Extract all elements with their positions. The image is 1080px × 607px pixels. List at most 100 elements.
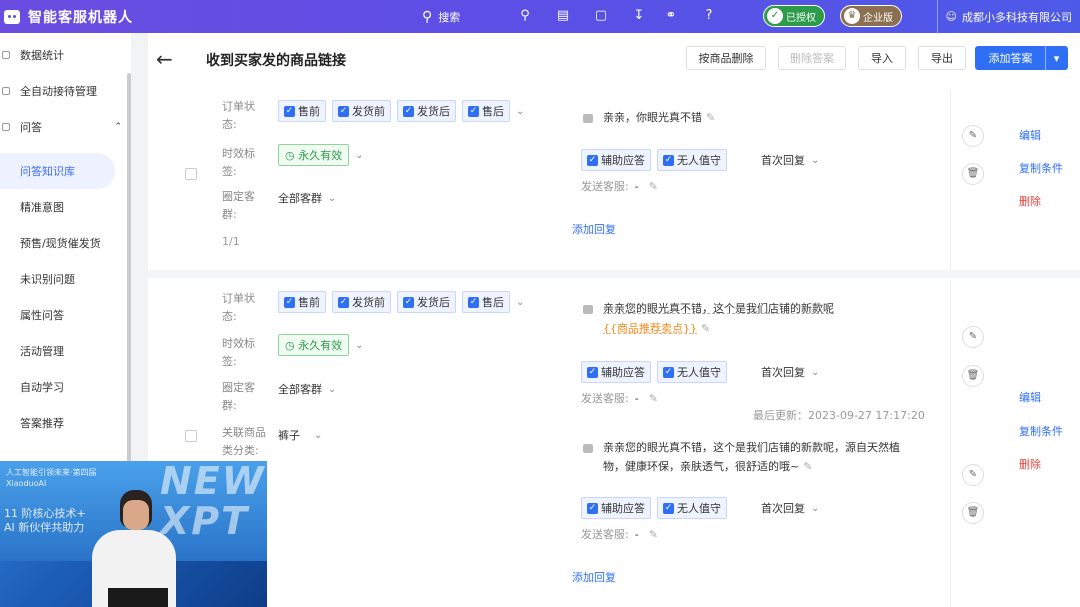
robot-logo-icon (4, 9, 20, 24)
pencil-icon[interactable]: ✎ (649, 180, 658, 193)
row-checkbox[interactable] (185, 430, 197, 442)
reply-text[interactable]: 亲亲您的眼光真不错，这个是我们店铺的新款呢，源自天然植 (603, 441, 900, 454)
assist-checkbox[interactable]: ✓ 辅助应答 (581, 361, 651, 383)
customer-group-select[interactable]: 全部客群 ⌄ (278, 190, 336, 206)
copy-condition-link[interactable]: 复制条件 (1019, 423, 1063, 439)
edit-pencil-icon[interactable]: ✎ (962, 125, 984, 147)
unattended-checkbox[interactable]: ✓ 无人值守 (657, 497, 727, 519)
enterprise-badge[interactable]: ♛ 企业版 (840, 5, 902, 27)
assist-checkbox[interactable]: ✓ 辅助应答 (581, 149, 651, 171)
enterprise-label: 企业版 (863, 12, 893, 24)
headset-icon[interactable]: ⚭ (664, 9, 678, 23)
trash-icon[interactable]: 🗑 (962, 163, 984, 185)
row-checkbox[interactable] (185, 168, 197, 180)
delete-answer-button[interactable]: 删除答案 (778, 46, 846, 70)
customer-group-value: 全部客群 (278, 383, 322, 396)
sidebar-item-answer-recommend[interactable]: 答案推荐 (0, 405, 130, 441)
reply-3: 亲亲您的眼光真不错，这个是我们店铺的新款呢，源自天然植 物，健康环保，亲肤透气，… (583, 438, 913, 476)
edit-link[interactable]: 编辑 (1019, 127, 1041, 143)
document-icon[interactable]: ▤ (556, 9, 570, 23)
export-button[interactable]: 导出 (918, 46, 966, 70)
add-reply-link[interactable]: 添加回复 (572, 221, 616, 237)
status-aftersale-checkbox[interactable]: ✓ 售后 (462, 100, 510, 122)
status-after-ship-checkbox[interactable]: ✓ 发货后 (397, 100, 456, 122)
status-aftersale-checkbox[interactable]: ✓ 售后 (462, 291, 510, 313)
chart-icon (2, 51, 10, 59)
sidebar-item-unrecognized[interactable]: 未识别问题 (0, 261, 130, 297)
chevron-down-icon[interactable]: ⌄ (811, 503, 819, 514)
status-before-ship-checkbox[interactable]: ✓ 发货前 (332, 291, 391, 313)
trash-icon[interactable]: 🗑 (962, 365, 984, 387)
status-after-ship-checkbox[interactable]: ✓ 发货后 (397, 291, 456, 313)
edit-link[interactable]: 编辑 (1019, 389, 1041, 405)
download-icon[interactable]: ↧ (632, 9, 646, 23)
chevron-down-icon[interactable]: ⌄ (811, 367, 819, 378)
time-tag-select[interactable]: ◷ 永久有效 ⌄ (278, 144, 364, 166)
reply-3-agent: 发送客服: - ✎ (581, 527, 658, 542)
time-tag-label: 时效标签: (222, 147, 255, 178)
back-arrow-icon[interactable]: ← (156, 47, 173, 71)
first-reply-select[interactable]: 首次回复 (761, 500, 805, 516)
import-button[interactable]: 导入 (858, 46, 906, 70)
sidebar-item-attribute-qa[interactable]: 属性问答 (0, 297, 130, 333)
reply-text-line2[interactable]: 物，健康环保，亲肤透气，很舒适的哦~ (603, 460, 799, 473)
time-tag-select[interactable]: ◷ 永久有效 ⌄ (278, 334, 364, 356)
pencil-icon[interactable]: ✎ (649, 392, 658, 405)
customer-group-select[interactable]: 全部客群 ⌄ (278, 381, 336, 397)
message-icon (583, 304, 593, 314)
pencil-icon[interactable]: ✎ (803, 460, 812, 473)
unattended-checkbox[interactable]: ✓ 无人值守 (657, 361, 727, 383)
chevron-down-icon[interactable]: ⌄ (811, 155, 819, 166)
help-icon[interactable]: ? (702, 9, 716, 23)
bell-icon[interactable]: ⚲ (518, 9, 532, 23)
sidebar-item-qa-knowledge[interactable]: 问答知识库 (0, 153, 115, 189)
message-icon (583, 443, 593, 453)
reply-text[interactable]: 亲亲您的眼光真不错，这个是我们店铺的新款呢 (603, 302, 834, 315)
chevron-down-icon[interactable]: ▾ (1045, 46, 1067, 70)
add-answer-button[interactable]: 添加答案 ▾ (975, 46, 1068, 70)
unattended-checkbox[interactable]: ✓ 无人值守 (657, 149, 727, 171)
ticket-icon[interactable]: ▢ (594, 9, 608, 23)
reply-1-tags: ✓ 辅助应答 ✓ 无人值守 首次回复 ⌄ (581, 149, 819, 171)
first-reply-select[interactable]: 首次回复 (761, 152, 805, 168)
edit-pencil-icon[interactable]: ✎ (962, 464, 984, 486)
authorized-label: 已授权 (786, 12, 816, 24)
chevron-down-icon[interactable]: ⌄ (516, 106, 524, 117)
category-select[interactable]: 裤子 ⌄ (278, 427, 322, 443)
first-reply-select[interactable]: 首次回复 (761, 364, 805, 380)
order-status-options: ✓ 售前 ✓ 发货前 ✓ 发货后 ✓ 售后 ⌄ (278, 100, 524, 122)
company-account[interactable]: ☺ 成都小多科技有限公司 (936, 0, 1072, 33)
delete-link[interactable]: 删除 (1019, 456, 1041, 472)
brand[interactable]: 智能客服机器人 (0, 0, 133, 33)
chevron-up-icon: ⌃ (114, 122, 122, 132)
sidebar-item-intent[interactable]: 精准意图 (0, 189, 130, 225)
sidebar-item-qa[interactable]: 问答 ⌃ (0, 109, 130, 145)
add-reply-link[interactable]: 添加回复 (572, 569, 616, 585)
trash-icon[interactable]: 🗑 (962, 502, 984, 524)
status-before-ship-checkbox[interactable]: ✓ 发货前 (332, 100, 391, 122)
reply-text[interactable]: 亲亲，你眼光真不错 (603, 111, 702, 124)
sidebar-item-auto-learn[interactable]: 自动学习 (0, 369, 130, 405)
status-presale-checkbox[interactable]: ✓ 售前 (278, 291, 326, 313)
copy-condition-link[interactable]: 复制条件 (1019, 160, 1063, 176)
reply-3-tags: ✓ 辅助应答 ✓ 无人值守 首次回复 ⌄ (581, 497, 819, 519)
status-presale-checkbox[interactable]: ✓ 售前 (278, 100, 326, 122)
authorized-badge[interactable]: ✓ 已授权 (763, 5, 825, 27)
delete-link[interactable]: 删除 (1019, 193, 1041, 209)
delete-by-product-button[interactable]: 按商品删除 (686, 46, 766, 70)
global-search[interactable]: ⚲ 搜索 (422, 0, 460, 33)
edit-pencil-icon[interactable]: ✎ (962, 326, 984, 348)
pencil-icon[interactable]: ✎ (649, 528, 658, 541)
sidebar-item-presale[interactable]: 预售/现货催发货 (0, 225, 130, 261)
sidebar-item-stats[interactable]: 数据统计 (0, 37, 130, 73)
pencil-icon[interactable]: ✎ (706, 111, 715, 124)
reply-1: 亲亲，你眼光真不错 ✎ (583, 109, 715, 125)
sidebar-item-activity[interactable]: 活动管理 (0, 333, 130, 369)
check-icon: ✓ (767, 8, 783, 24)
page-title: 收到买家发的商品链接 (206, 53, 346, 69)
chevron-down-icon[interactable]: ⌄ (516, 297, 524, 308)
assist-checkbox[interactable]: ✓ 辅助应答 (581, 497, 651, 519)
pencil-icon[interactable]: ✎ (701, 322, 710, 335)
variable-token[interactable]: {{商品推荐卖点}} (603, 322, 697, 335)
sidebar-item-auto-reception[interactable]: 全自动接待管理 (0, 73, 130, 109)
